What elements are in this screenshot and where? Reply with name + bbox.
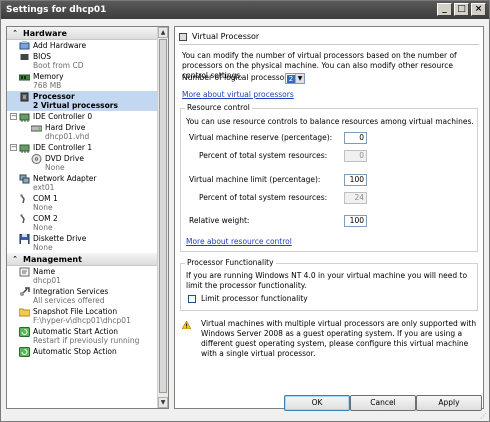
limit-processor-functionality-label: Limit processor functionality [201,294,308,303]
tree-item-ide-controller-1[interactable]: − IDE Controller 1 [7,142,158,153]
reserve-label: Virtual machine reserve (percentage): [189,133,333,142]
processor-functionality-group: Processor Functionality If you are runni… [180,258,478,311]
resize-grip-icon[interactable]: ⋰ [480,412,487,420]
stop-action-icon [19,347,30,357]
more-about-virtual-processors-link[interactable]: More about virtual processors [182,90,294,100]
settings-tree: ⌃ Hardware Add Hardware BIOS Boot from C… [6,26,169,409]
processor-functionality-desc: If you are running Windows NT 4.0 in you… [186,271,468,290]
limit-percent-value: 24 [344,192,367,204]
scroll-up-arrow-icon[interactable]: ▲ [158,27,168,38]
integration-services-icon [20,287,30,296]
reserve-percent-value: 0 [344,150,367,162]
collapse-chevron-icon: ⌃ [12,28,18,37]
tree-item-com1[interactable]: COM 1 None [7,193,158,213]
limit-percent-label: Percent of total system resources: [199,193,328,202]
title-bar: Settings for dhcp01 _ □ × [1,1,489,19]
maximize-button[interactable]: □ [454,3,469,16]
relative-weight-label: Relative weight: [189,216,250,225]
resource-control-desc: You can use resource controls to balance… [186,117,474,126]
scroll-down-arrow-icon[interactable]: ▼ [158,397,168,408]
cancel-button[interactable]: Cancel [350,395,416,411]
add-hardware-icon [19,41,30,50]
tree-item-bios[interactable]: BIOS Boot from CD [7,51,158,71]
hard-drive-icon [31,125,42,132]
folder-icon [19,308,30,317]
limit-label: Virtual machine limit (percentage): [189,175,321,184]
logical-processors-label: Number of logical processors: [182,73,294,82]
management-section-header[interactable]: ⌃ Management [7,253,158,266]
tree-item-automatic-start-action[interactable]: Automatic Start Action Restart if previo… [7,326,158,346]
reserve-input[interactable]: 0 [344,132,367,144]
network-adapter-icon [19,174,30,184]
tree-item-name[interactable]: Name dhcp01 [7,266,158,286]
com-port-icon [20,214,25,224]
pane-header: Virtual Processor [179,32,479,45]
diskette-icon [19,234,30,244]
bios-chip-icon [20,54,29,60]
tree-item-memory[interactable]: Memory 768 MB [7,71,158,91]
tree-item-snapshot-file-location[interactable]: Snapshot File Location F:\hyper-v\dhcp01… [7,306,158,326]
resource-control-group: Resource control You can use resource co… [180,103,478,252]
settings-window: Settings for dhcp01 _ □ × ⌃ Hardware Add… [0,0,490,422]
tree-item-hard-drive[interactable]: Hard Drive dhcp01.vhd [7,122,158,142]
processor-functionality-title: Processor Functionality [185,258,276,267]
ide-controller-icon [19,144,30,153]
resource-control-title: Resource control [185,103,252,112]
start-action-icon [19,327,30,337]
apply-button[interactable]: Apply [416,395,482,411]
collapse-expander-icon[interactable]: − [10,113,17,120]
limit-input[interactable]: 100 [344,174,367,186]
tree-item-add-hardware[interactable]: Add Hardware [7,40,158,51]
processor-settings-pane: Virtual Processor You can modify the num… [174,26,484,409]
processor-header-icon [179,32,187,41]
processor-icon [20,92,29,102]
tree-item-dvd-drive[interactable]: DVD Drive None [7,153,158,173]
relative-weight-input[interactable]: 100 [344,215,367,227]
name-tag-icon [19,267,30,277]
window-title: Settings for dhcp01 [6,5,107,15]
tree-item-processor[interactable]: Processor 2 Virtual processors [7,91,158,111]
memory-icon [19,74,30,81]
tree-item-automatic-stop-action[interactable]: Automatic Stop Action [7,346,158,357]
more-about-resource-control-link[interactable]: More about resource control [186,237,292,247]
dropdown-arrow-icon: ▼ [295,74,304,83]
minimize-button[interactable]: _ [437,3,452,16]
tree-scrollbar[interactable]: ▲ ▼ [157,27,168,408]
pane-title: Virtual Processor [192,32,260,41]
warning-icon [182,321,191,329]
dvd-drive-icon [31,154,42,164]
tree-item-diskette-drive[interactable]: Diskette Drive None [7,233,158,253]
tree-item-integration-services[interactable]: Integration Services All services offere… [7,286,158,306]
tree-item-com2[interactable]: COM 2 None [7,213,158,233]
logical-processors-select[interactable]: 2 ▼ [285,73,305,84]
management-header-label: Management [23,254,82,264]
multi-processor-warning: Virtual machines with multiple virtual p… [201,319,477,358]
tree-item-network-adapter[interactable]: Network Adapter ext01 [7,173,158,193]
collapse-chevron-icon: ⌃ [12,254,18,263]
scrollbar-thumb[interactable] [159,39,167,393]
close-button[interactable]: × [471,3,486,16]
hardware-section-header[interactable]: ⌃ Hardware [7,27,158,40]
reserve-percent-label: Percent of total system resources: [199,151,328,160]
ok-button[interactable]: OK [284,395,350,411]
limit-processor-functionality-checkbox[interactable] [188,295,196,303]
ide-controller-icon [19,113,30,122]
collapse-expander-icon[interactable]: − [10,144,17,151]
com-port-icon [20,194,25,204]
dialog-content: ⌃ Hardware Add Hardware BIOS Boot from C… [1,19,489,421]
hardware-header-label: Hardware [23,28,67,38]
tree-item-ide-controller-0[interactable]: − IDE Controller 0 [7,111,158,122]
